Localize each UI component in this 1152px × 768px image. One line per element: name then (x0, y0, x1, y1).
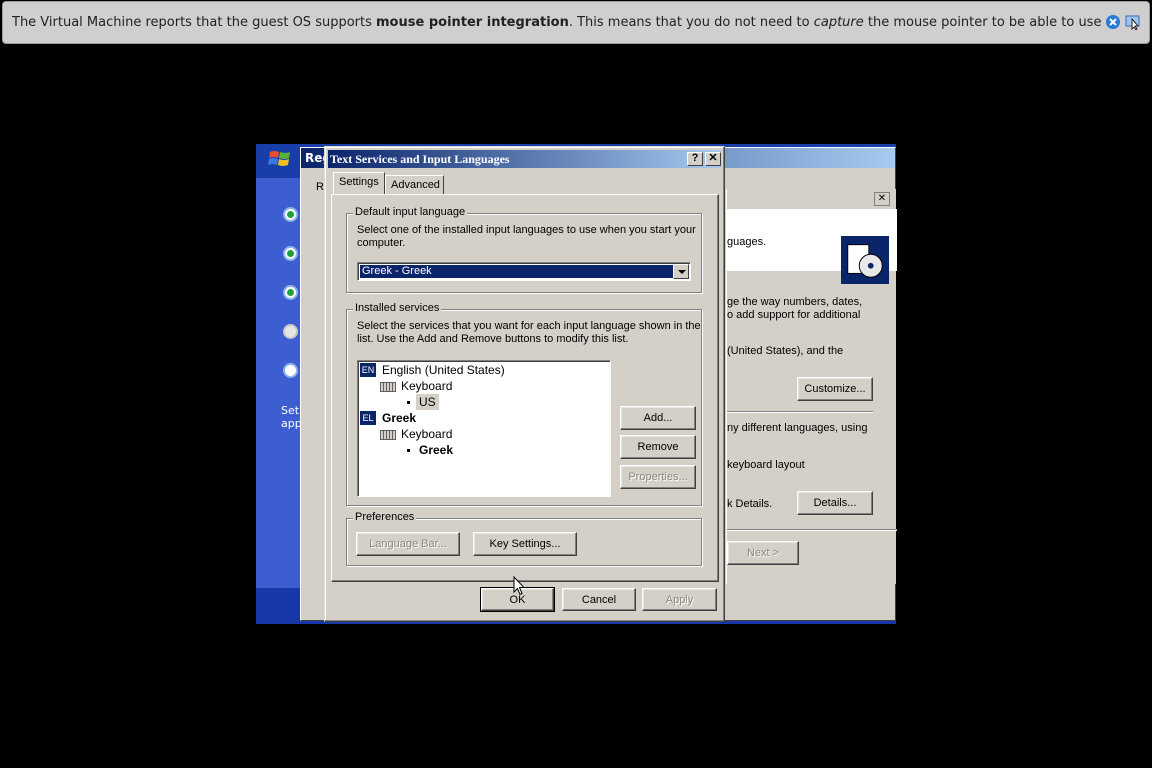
dialog-titlebar: Text Services and Input Languages ? ✕ (328, 150, 721, 168)
details-button[interactable]: Details... (797, 491, 873, 515)
installed-services-description: Select the services that you want for ea… (357, 320, 701, 332)
cancel-button[interactable]: Cancel (562, 588, 636, 611)
language-badge-en: EN (360, 363, 376, 377)
tree-item-layout[interactable]: Greek (419, 442, 453, 458)
installed-services-tree[interactable]: EN English (United States) Keyboard US E… (357, 360, 611, 497)
close-icon[interactable]: ✕ (874, 192, 890, 206)
regional-tab-stub[interactable]: R (316, 181, 324, 194)
bullet-icon (407, 449, 410, 452)
vm-notification-text: The Virtual Machine reports that the gue… (12, 15, 1102, 30)
divider (727, 529, 897, 531)
default-language-description: computer. (357, 237, 406, 249)
dialog-title: Text Services and Input Languages (330, 152, 510, 166)
vm-notification-bar: The Virtual Machine reports that the gue… (2, 1, 1150, 44)
setup-step-done-indicator (283, 207, 298, 222)
setup-step-pending-indicator (283, 363, 298, 378)
bullet-icon (407, 401, 410, 404)
tab-settings[interactable]: Settings (333, 172, 385, 194)
chevron-down-icon[interactable] (673, 264, 689, 279)
close-button[interactable]: ✕ (705, 152, 721, 166)
setup-step-done-indicator (283, 285, 298, 300)
default-language-group-label: Default input language (353, 206, 468, 218)
regional-subdialog: ✕ guages. ge the way numbers, dates, o a… (726, 189, 897, 584)
default-language-description: Select one of the installed input langua… (357, 224, 696, 236)
settings-tab-page: Default input language Select one of the… (331, 194, 719, 582)
language-badge-el: EL (360, 411, 376, 425)
windows-logo-icon (268, 151, 290, 166)
help-button[interactable]: ? (687, 152, 703, 166)
mouse-cursor-icon (513, 576, 525, 596)
subdialog-header: guages. (727, 209, 897, 284)
preferences-group-label: Preferences (353, 511, 417, 523)
subdialog-text: ny different languages, using (727, 422, 868, 434)
close-notification-icon[interactable] (1105, 14, 1121, 30)
properties-button[interactable]: Properties... (620, 465, 696, 489)
cd-setup-icon (841, 236, 889, 284)
subdialog-text: keyboard layout (727, 459, 805, 471)
text-services-dialog: Text Services and Input Languages ? ✕ Se… (324, 146, 725, 622)
key-settings-button[interactable]: Key Settings... (473, 532, 577, 556)
setup-step-current-indicator (283, 324, 298, 339)
customize-button[interactable]: Customize... (797, 377, 873, 401)
subdialog-text: k Details. (727, 498, 773, 510)
tree-item-layout[interactable]: US (416, 394, 439, 410)
remove-button[interactable]: Remove (620, 435, 696, 459)
setup-step-done-indicator (283, 246, 298, 261)
installed-services-group-label: Installed services (353, 302, 442, 314)
language-bar-button[interactable]: Language Bar... (356, 532, 460, 556)
mouse-integration-icon[interactable] (1125, 14, 1141, 30)
installed-services-group: Installed services Select the services t… (346, 302, 702, 506)
tree-item-category[interactable]: Keyboard (401, 426, 452, 442)
tab-advanced[interactable]: Advanced (385, 175, 444, 195)
add-button[interactable]: Add... (620, 406, 696, 430)
next-button[interactable]: Next > (727, 541, 799, 565)
setup-steps-pane (256, 178, 306, 588)
preferences-group: Preferences Language Bar... Key Settings… (346, 511, 702, 566)
default-language-value: Greek - Greek (359, 264, 674, 279)
tree-item-language[interactable]: Greek (382, 410, 416, 426)
keyboard-icon (380, 382, 396, 392)
tree-item-category[interactable]: Keyboard (401, 378, 452, 394)
default-language-group: Default input language Select one of the… (346, 206, 702, 293)
tree-item-language[interactable]: English (United States) (382, 362, 505, 378)
subdialog-text: o add support for additional (727, 309, 861, 321)
subdialog-text: ge the way numbers, dates, (727, 296, 863, 308)
subdialog-text: (United States), and the (727, 345, 844, 357)
keyboard-icon (380, 430, 396, 440)
divider (727, 411, 873, 413)
apply-button[interactable]: Apply (642, 588, 717, 611)
subdialog-text: guages. (727, 236, 767, 248)
default-language-select[interactable]: Greek - Greek (357, 262, 691, 281)
installed-services-description: list. Use the Add and Remove buttons to … (357, 333, 629, 345)
